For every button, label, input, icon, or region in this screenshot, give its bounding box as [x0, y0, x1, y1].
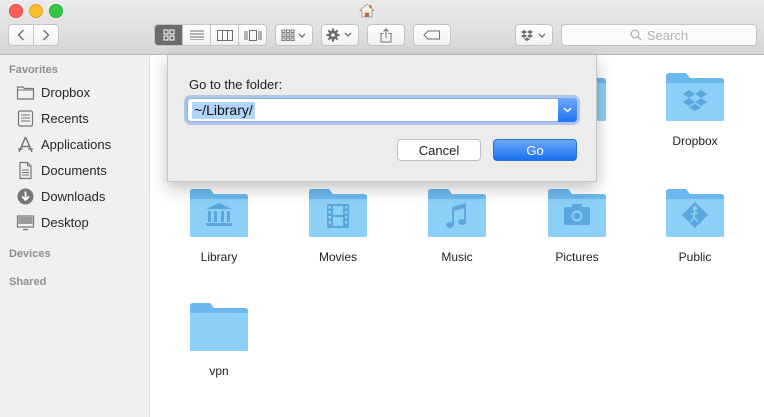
folder-label: vpn — [209, 364, 229, 378]
folder-label: Music — [441, 250, 473, 264]
search-field[interactable]: Search — [561, 24, 757, 46]
folder-item[interactable]: vpn — [159, 301, 279, 378]
sidebar-section-shared: Shared — [9, 276, 47, 288]
sidebar: Favorites Dropbox Recents Applications D… — [0, 55, 150, 417]
back-button[interactable] — [9, 25, 34, 45]
share-button[interactable] — [367, 24, 405, 46]
list-view-icon — [189, 30, 204, 40]
sidebar-item-label: Desktop — [41, 214, 89, 230]
sidebar-item-dropbox[interactable]: Dropbox — [16, 81, 90, 103]
sidebar-item-label: Documents — [41, 162, 107, 178]
share-icon — [380, 27, 392, 42]
home-icon — [359, 3, 375, 18]
search-placeholder: Search — [646, 27, 689, 43]
back-forward-group — [8, 24, 59, 46]
library-folder-icon — [190, 189, 248, 237]
folder-item[interactable]: Pictures — [517, 187, 637, 264]
cancel-button[interactable]: Cancel — [397, 139, 481, 161]
sidebar-item-desktop[interactable]: Desktop — [16, 211, 89, 233]
dialog-title: Go to the folder: — [189, 77, 283, 92]
toolbar: Search — [0, 0, 764, 55]
sidebar-section-favorites: Favorites — [9, 64, 58, 76]
view-mode-control — [154, 24, 267, 46]
folder-item[interactable]: Music — [397, 187, 517, 264]
folder-label: Dropbox — [672, 134, 718, 148]
sidebar-item-downloads[interactable]: Downloads — [16, 185, 105, 207]
dropbox-folder-icon — [666, 73, 724, 121]
chevron-right-icon — [43, 29, 50, 41]
sidebar-item-applications[interactable]: Applications — [16, 133, 111, 155]
movies-folder-icon — [309, 189, 367, 237]
minimize-window-button[interactable] — [29, 4, 43, 18]
music-folder-icon — [428, 189, 486, 237]
sidebar-item-label: Downloads — [41, 188, 106, 204]
sidebar-item-label: Recents — [41, 110, 89, 126]
folder-icon — [16, 85, 35, 100]
search-icon — [630, 29, 642, 41]
folder-icon — [190, 303, 248, 351]
column-view-icon — [216, 29, 233, 41]
column-view-button[interactable] — [211, 25, 239, 45]
folder-label: Library — [200, 250, 238, 264]
applications-icon — [18, 136, 33, 152]
folder-path-value: ~/Library/ — [192, 102, 255, 119]
zoom-window-button[interactable] — [49, 4, 63, 18]
icon-view-icon — [163, 29, 174, 41]
documents-icon — [19, 161, 32, 179]
chevron-down-icon — [563, 107, 572, 113]
list-view-button[interactable] — [183, 25, 211, 45]
go-to-folder-sheet: Go to the folder: ~/Library/ Cancel Go — [167, 55, 597, 182]
arrange-button[interactable] — [275, 24, 313, 46]
folder-item[interactable]: Library — [159, 187, 279, 264]
sidebar-item-recents[interactable]: Recents — [16, 107, 89, 129]
folder-item[interactable]: Dropbox — [635, 71, 755, 148]
downloads-icon — [17, 188, 34, 204]
folder-item[interactable]: Movies — [278, 187, 398, 264]
gallery-view-icon — [244, 29, 261, 41]
sidebar-section-devices: Devices — [9, 248, 51, 260]
desktop-icon — [16, 214, 35, 230]
forward-button[interactable] — [34, 25, 58, 45]
recent-folders-dropdown-button[interactable] — [558, 98, 577, 122]
finder-window: Search Favorites Dropbox Recents Applica… — [0, 0, 764, 417]
sidebar-item-label: Dropbox — [41, 84, 91, 100]
go-button[interactable]: Go — [493, 139, 577, 161]
folder-label: Movies — [318, 250, 357, 264]
recents-icon — [17, 109, 34, 127]
sidebar-item-documents[interactable]: Documents — [16, 159, 107, 181]
folder-path-input[interactable]: ~/Library/ — [187, 98, 577, 122]
tag-icon — [423, 30, 440, 40]
folder-label: Public — [678, 250, 712, 264]
arrange-icon — [281, 29, 306, 41]
public-folder-icon — [666, 189, 724, 237]
gear-icon — [326, 28, 352, 42]
folder-label: Pictures — [555, 250, 599, 264]
pictures-folder-icon — [548, 189, 606, 237]
sidebar-item-label: Applications — [41, 136, 112, 152]
edit-tags-button[interactable] — [413, 24, 451, 46]
action-button[interactable] — [321, 24, 359, 46]
folder-item[interactable]: Public — [635, 187, 755, 264]
dropbox-icon — [521, 29, 546, 41]
chevron-left-icon — [17, 29, 24, 41]
close-window-button[interactable] — [9, 4, 23, 18]
icon-view-button[interactable] — [155, 25, 183, 45]
dropbox-toolbar-button[interactable] — [515, 24, 553, 46]
gallery-view-button[interactable] — [239, 25, 266, 45]
